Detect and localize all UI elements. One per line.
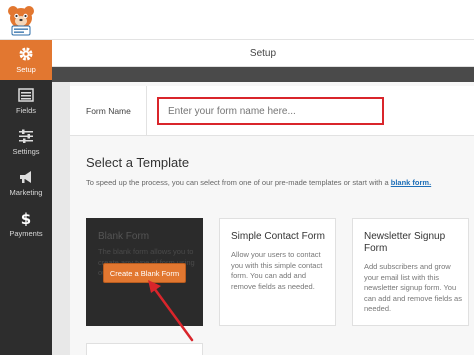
header-divider bbox=[52, 67, 474, 82]
template-description: To speed up the process, you can select … bbox=[86, 177, 456, 188]
svg-text:$: $ bbox=[21, 210, 31, 226]
select-template-heading: Select a Template bbox=[86, 155, 190, 170]
card-title: Simple Contact Form bbox=[231, 231, 325, 242]
sidebar-item-label: Fields bbox=[15, 106, 36, 115]
card-title: Blank Form bbox=[98, 231, 150, 242]
sliders-icon bbox=[19, 129, 33, 143]
form-name-label: Form Name bbox=[86, 106, 131, 116]
gear-icon bbox=[19, 47, 33, 61]
template-card-newsletter-signup[interactable]: Newsletter Signup Form Add subscribers a… bbox=[352, 218, 469, 326]
megaphone-icon bbox=[20, 171, 31, 183]
card-title: Newsletter Signup Form bbox=[364, 231, 446, 254]
annotation-arrow-icon bbox=[148, 280, 194, 342]
sidebar-item-settings[interactable]: Settings bbox=[0, 122, 52, 162]
sidebar-item-label: Setup bbox=[16, 65, 36, 74]
sidebar-item-setup[interactable]: Setup bbox=[0, 40, 52, 80]
top-header bbox=[0, 0, 474, 40]
fields-list-icon bbox=[18, 88, 34, 102]
sidebar-item-label: Payments bbox=[9, 229, 43, 238]
sidebar-item-marketing[interactable]: Marketing bbox=[0, 163, 52, 203]
dollar-icon: $ bbox=[21, 210, 31, 226]
form-name-divider bbox=[146, 86, 147, 136]
sidebar-item-fields[interactable]: Fields bbox=[0, 81, 52, 121]
sidebar-item-label: Marketing bbox=[9, 188, 43, 197]
setup-header-bar: Setup bbox=[52, 40, 474, 67]
sidebar-item-payments[interactable]: $ Payments bbox=[0, 204, 52, 244]
builder-sidebar: Setup Fields Settings Marketing $ Paymen… bbox=[0, 40, 52, 355]
blank-form-link[interactable]: blank form. bbox=[391, 178, 431, 187]
sidebar-item-label: Settings bbox=[12, 147, 40, 156]
page-title: Setup bbox=[249, 48, 277, 59]
template-card-simple-contact[interactable]: Simple Contact Form Allow your users to … bbox=[219, 218, 336, 326]
card-description: Allow your users to contact you with thi… bbox=[231, 250, 323, 291]
template-description-text: To speed up the process, you can select … bbox=[86, 178, 389, 187]
wpforms-bear-logo bbox=[8, 6, 34, 36]
card-description: Add subscribers and grow your email list… bbox=[364, 262, 462, 313]
form-name-input[interactable] bbox=[157, 97, 384, 125]
